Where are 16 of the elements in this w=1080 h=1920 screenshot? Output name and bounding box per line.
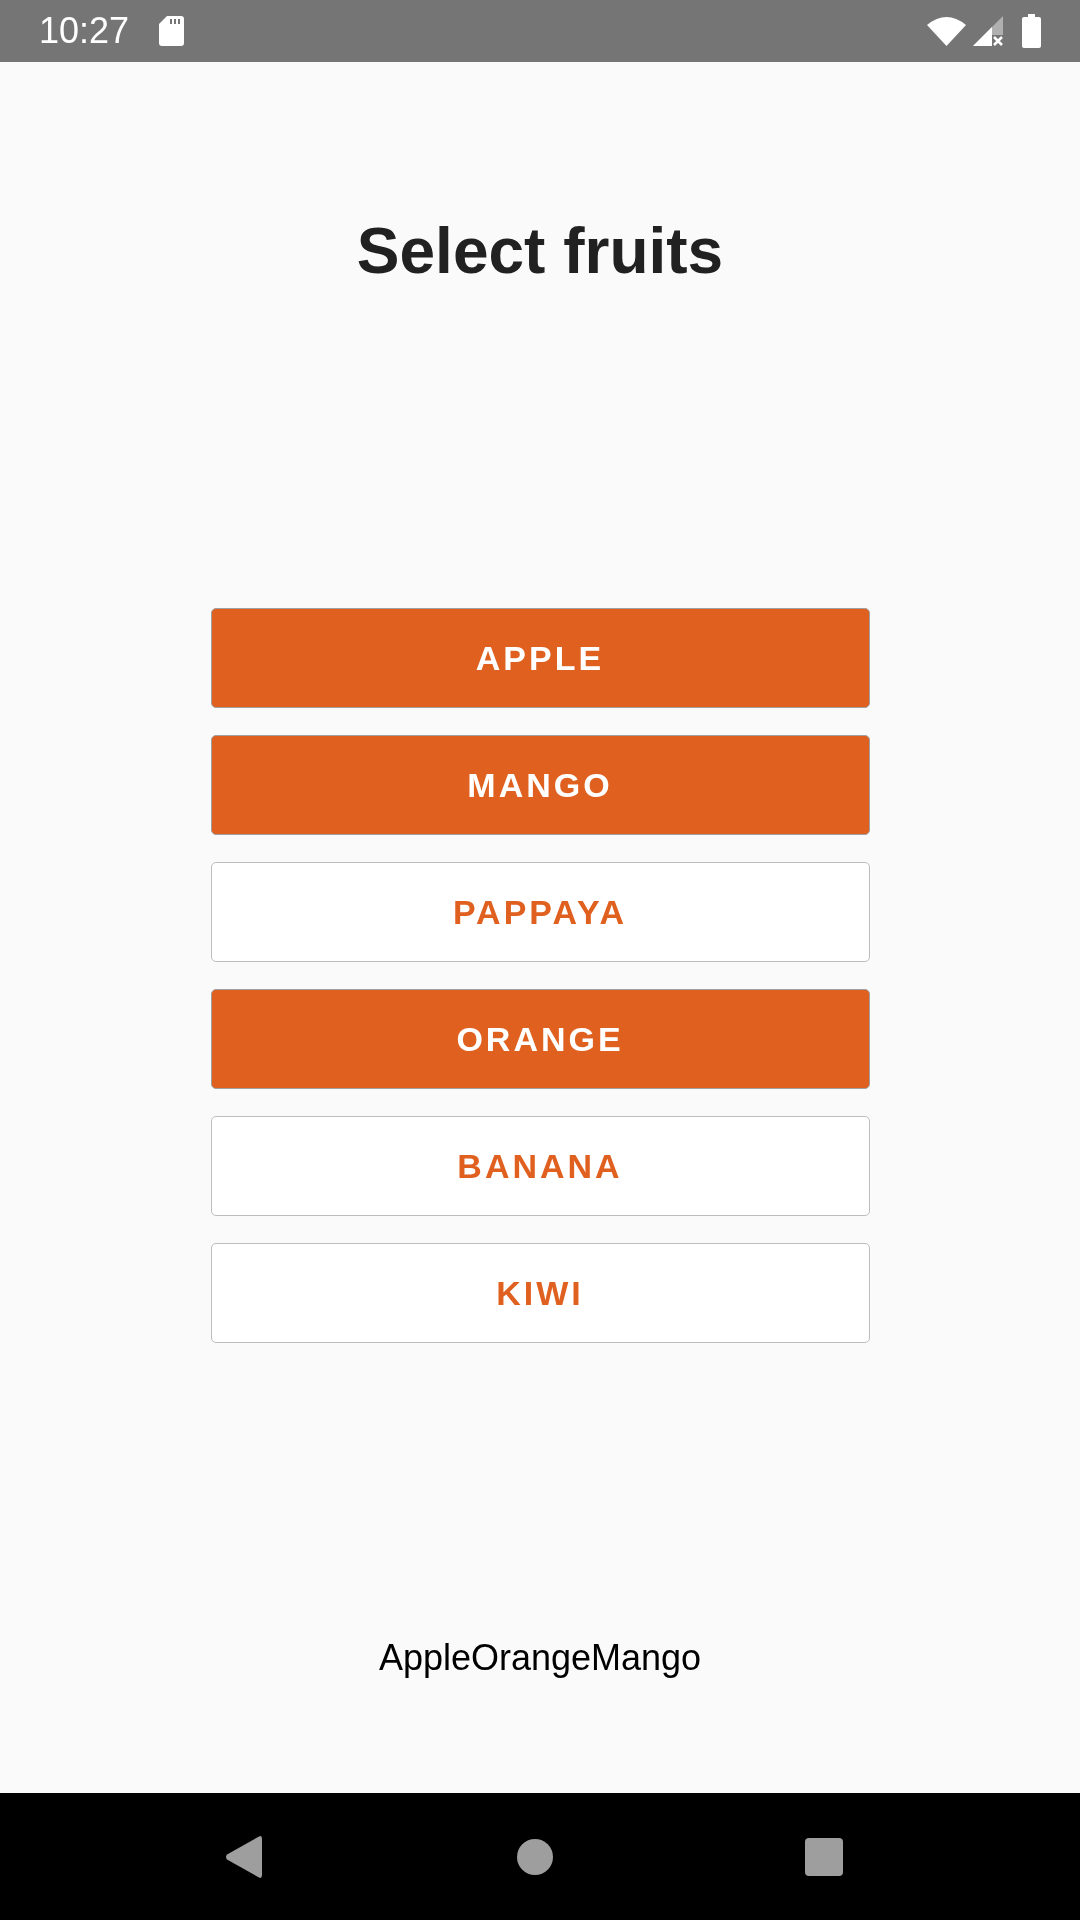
back-icon[interactable]: [225, 1835, 262, 1878]
recents-icon[interactable]: [805, 1837, 843, 1876]
signal-icon: [973, 16, 1003, 46]
wifi-icon: [927, 16, 966, 46]
battery-icon: [1022, 14, 1041, 48]
fruit-button[interactable]: MANGO: [210, 735, 870, 835]
sd-card-icon: [159, 16, 185, 46]
selection-text: AppleOrangeMango: [378, 1636, 702, 1679]
home-icon[interactable]: [517, 1838, 553, 1875]
fruit-button[interactable]: ORANGE: [210, 989, 870, 1089]
fruit-button[interactable]: KIWI: [210, 1243, 870, 1343]
fruit-button[interactable]: PAPPAYA: [210, 862, 870, 962]
fruit-button[interactable]: BANANA: [210, 1116, 870, 1216]
status-time: 10:27: [39, 13, 130, 49]
fruit-button[interactable]: APPLE: [210, 608, 870, 708]
page-title: Select fruits: [356, 214, 724, 289]
